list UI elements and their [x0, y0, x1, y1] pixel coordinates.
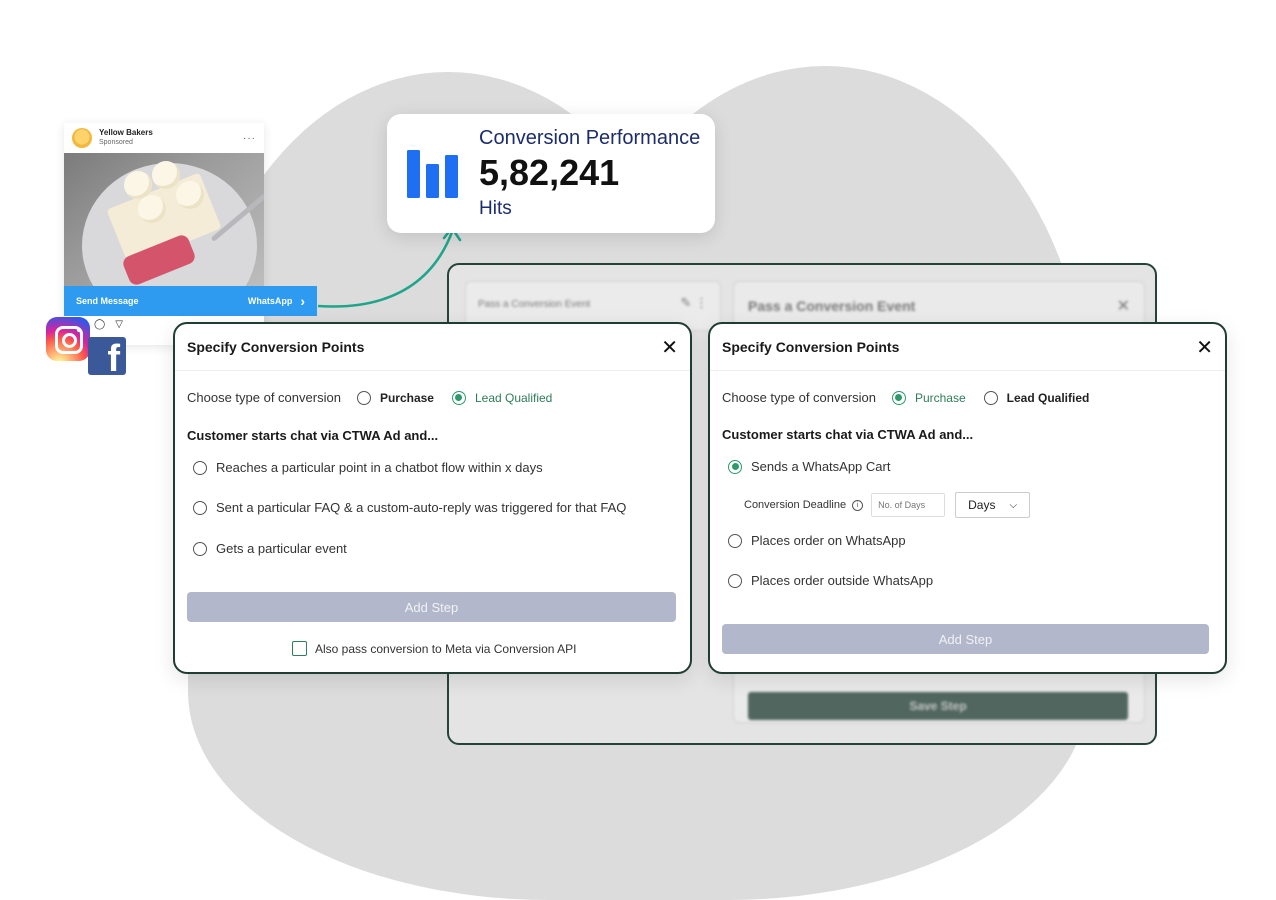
add-step-button[interactable]: Add Step	[722, 624, 1209, 654]
conversion-type-row: Choose type of conversion Purchase Lead …	[722, 390, 1089, 405]
conversion-performance-card: Conversion Performance 5,82,241 Hits	[387, 114, 715, 233]
option-label: Places order on WhatsApp	[751, 533, 906, 548]
modal-title: Specify Conversion Points	[722, 339, 900, 355]
purchase-label: Purchase	[914, 390, 966, 405]
option-row[interactable]: Reaches a particular point in a chatbot …	[193, 460, 543, 475]
performance-title: Conversion Performance	[479, 127, 701, 149]
radio-option[interactable]	[193, 500, 207, 515]
chevron-down-icon: ⌵	[1009, 499, 1018, 511]
option-row[interactable]: Gets a particular event	[193, 541, 347, 556]
option-label: Gets a particular event	[216, 541, 347, 556]
modal-header: Specify Conversion Points ✕	[710, 324, 1225, 371]
performance-unit: Hits	[479, 198, 512, 219]
option-row[interactable]: Sent a particular FAQ & a custom-auto-re…	[193, 500, 626, 515]
days-dropdown-value: Days	[968, 498, 996, 512]
section-title: Customer starts chat via CTWA Ad and...	[722, 427, 974, 442]
add-step-button[interactable]: Add Step	[187, 592, 676, 622]
conversion-deadline-row: Conversion Deadline i Days ⌵	[744, 492, 1031, 518]
radio-option[interactable]	[193, 541, 207, 556]
option-label: Sent a particular FAQ & a custom-auto-re…	[216, 500, 627, 515]
specify-conversion-modal-lead: Specify Conversion Points ✕ Choose type …	[173, 322, 692, 674]
radio-option[interactable]	[728, 459, 742, 474]
radio-lead-qualified[interactable]	[983, 390, 998, 405]
section-title: Customer starts chat via CTWA Ad and...	[187, 428, 439, 443]
lead-qualified-label: Lead Qualified	[474, 390, 553, 405]
option-row[interactable]: Places order outside WhatsApp	[728, 573, 933, 588]
performance-value: 5,82,241	[479, 152, 620, 193]
radio-option[interactable]	[728, 573, 742, 588]
radio-option[interactable]	[728, 533, 742, 548]
modal-title: Specify Conversion Points	[187, 339, 365, 355]
option-label: Places order outside WhatsApp	[751, 573, 934, 588]
radio-lead-qualified[interactable]	[451, 390, 466, 405]
bar-chart-icon	[407, 150, 458, 198]
option-row[interactable]: Sends a WhatsApp Cart	[728, 459, 890, 474]
purchase-label: Purchase	[379, 390, 434, 405]
modal-header: Specify Conversion Points ✕	[175, 324, 690, 371]
meta-conversion-checkbox-row[interactable]: Also pass conversion to Meta via Convers…	[292, 641, 576, 656]
close-icon[interactable]: ✕	[661, 335, 678, 360]
radio-purchase[interactable]	[356, 390, 371, 405]
radio-option[interactable]	[193, 460, 207, 475]
deadline-label: Conversion Deadline	[744, 499, 847, 511]
conversion-type-row: Choose type of conversion Purchase Lead …	[187, 390, 552, 405]
conversion-type-label: Choose type of conversion	[722, 390, 876, 405]
option-label: Sends a WhatsApp Cart	[751, 459, 891, 474]
close-icon[interactable]: ✕	[1196, 335, 1213, 360]
specify-conversion-modal-purchase: Specify Conversion Points ✕ Choose type …	[708, 322, 1227, 674]
option-row[interactable]: Places order on WhatsApp	[728, 533, 906, 548]
meta-conversion-label: Also pass conversion to Meta via Convers…	[315, 641, 577, 656]
option-label: Reaches a particular point in a chatbot …	[216, 460, 543, 475]
days-dropdown[interactable]: Days ⌵	[955, 492, 1031, 518]
days-input[interactable]	[871, 493, 946, 517]
radio-purchase[interactable]	[891, 390, 906, 405]
lead-qualified-label: Lead Qualified	[1006, 390, 1090, 405]
meta-conversion-checkbox[interactable]	[292, 641, 307, 656]
conversion-type-label: Choose type of conversion	[187, 390, 341, 405]
info-icon[interactable]: i	[852, 499, 864, 511]
